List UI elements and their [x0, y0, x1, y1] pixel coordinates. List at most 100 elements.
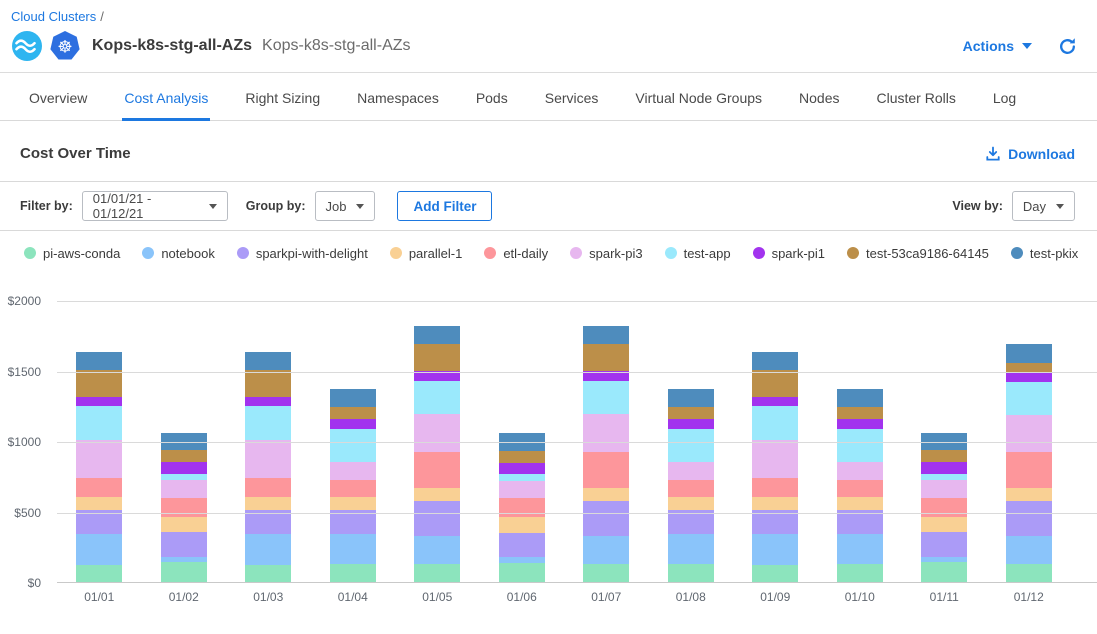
bar-segment-sparkpi-with-delight[interactable]	[1006, 501, 1052, 536]
bar-segment-test-pkix[interactable]	[1006, 344, 1052, 362]
bar-segment-etl-daily[interactable]	[499, 498, 545, 517]
bar-segment-sparkpi-with-delight[interactable]	[752, 510, 798, 534]
bar-01/02[interactable]	[161, 433, 207, 582]
bar-segment-etl-daily[interactable]	[752, 478, 798, 498]
bar-01/05[interactable]	[414, 326, 460, 582]
bar-segment-spark-pi1[interactable]	[414, 371, 460, 381]
bar-segment-pi-aws-conda[interactable]	[1006, 564, 1052, 582]
bar-segment-spark-pi1[interactable]	[499, 463, 545, 474]
bar-segment-test-app[interactable]	[668, 429, 714, 461]
bar-segment-test-app[interactable]	[583, 381, 629, 413]
view-by-select[interactable]: Day	[1012, 191, 1075, 221]
bar-segment-pi-aws-conda[interactable]	[668, 564, 714, 582]
bar-segment-pi-aws-conda[interactable]	[837, 564, 883, 582]
bar-segment-test-pkix[interactable]	[837, 389, 883, 407]
bar-segment-test-53ca9186-64145[interactable]	[752, 370, 798, 398]
bar-segment-spark-pi3[interactable]	[1006, 415, 1052, 452]
bar-segment-pi-aws-conda[interactable]	[414, 564, 460, 582]
bar-segment-spark-pi3[interactable]	[330, 462, 376, 480]
group-by-select[interactable]: Job	[315, 191, 376, 221]
bar-segment-spark-pi3[interactable]	[76, 440, 122, 478]
bar-segment-test-app[interactable]	[330, 429, 376, 461]
bar-segment-pi-aws-conda[interactable]	[161, 562, 207, 582]
bar-segment-notebook[interactable]	[1006, 536, 1052, 565]
bar-segment-spark-pi1[interactable]	[921, 462, 967, 473]
bar-segment-parallel-1[interactable]	[837, 497, 883, 510]
bar-segment-test-app[interactable]	[837, 429, 883, 461]
bar-segment-notebook[interactable]	[752, 534, 798, 565]
bar-segment-spark-pi1[interactable]	[330, 419, 376, 429]
bar-segment-parallel-1[interactable]	[76, 497, 122, 510]
bar-01/10[interactable]	[837, 389, 883, 582]
bar-segment-test-53ca9186-64145[interactable]	[668, 407, 714, 419]
bar-segment-etl-daily[interactable]	[76, 478, 122, 498]
tab-pods[interactable]: Pods	[474, 73, 510, 121]
bar-segment-spark-pi3[interactable]	[921, 480, 967, 498]
bar-segment-parallel-1[interactable]	[583, 488, 629, 501]
legend-item-test-app[interactable]: test-app	[665, 246, 731, 261]
bar-segment-parallel-1[interactable]	[414, 488, 460, 501]
bar-segment-pi-aws-conda[interactable]	[752, 565, 798, 582]
legend-item-notebook[interactable]: notebook	[142, 246, 215, 261]
bar-segment-test-pkix[interactable]	[76, 352, 122, 370]
bar-segment-test-53ca9186-64145[interactable]	[921, 450, 967, 462]
bar-01/09[interactable]	[752, 352, 798, 582]
tab-namespaces[interactable]: Namespaces	[355, 73, 441, 121]
bar-segment-spark-pi3[interactable]	[583, 414, 629, 453]
bar-segment-test-53ca9186-64145[interactable]	[76, 370, 122, 398]
bar-segment-etl-daily[interactable]	[921, 498, 967, 517]
tab-right-sizing[interactable]: Right Sizing	[243, 73, 322, 121]
bar-segment-spark-pi3[interactable]	[414, 414, 460, 453]
bar-segment-test-53ca9186-64145[interactable]	[837, 407, 883, 419]
bar-01/07[interactable]	[583, 326, 629, 582]
bar-01/11[interactable]	[921, 433, 967, 582]
bar-segment-pi-aws-conda[interactable]	[245, 565, 291, 582]
bar-segment-spark-pi1[interactable]	[245, 397, 291, 406]
bar-segment-parallel-1[interactable]	[1006, 488, 1052, 501]
bar-segment-sparkpi-with-delight[interactable]	[499, 533, 545, 558]
bar-segment-test-pkix[interactable]	[668, 389, 714, 407]
bar-01/04[interactable]	[330, 389, 376, 582]
bar-01/12[interactable]	[1006, 344, 1052, 582]
bar-segment-etl-daily[interactable]	[668, 480, 714, 498]
bar-segment-test-53ca9186-64145[interactable]	[245, 370, 291, 398]
bar-segment-test-pkix[interactable]	[245, 352, 291, 370]
bar-segment-spark-pi3[interactable]	[837, 462, 883, 480]
bar-segment-spark-pi3[interactable]	[161, 480, 207, 498]
bar-01/01[interactable]	[76, 352, 122, 582]
download-button[interactable]: Download	[985, 146, 1075, 162]
bar-segment-etl-daily[interactable]	[414, 452, 460, 487]
bar-01/06[interactable]	[499, 433, 545, 582]
bar-segment-notebook[interactable]	[668, 534, 714, 564]
bar-segment-test-app[interactable]	[752, 406, 798, 440]
bar-segment-spark-pi1[interactable]	[752, 397, 798, 406]
bar-segment-parallel-1[interactable]	[161, 517, 207, 533]
bar-segment-parallel-1[interactable]	[921, 517, 967, 533]
bar-01/03[interactable]	[245, 352, 291, 582]
bar-segment-pi-aws-conda[interactable]	[921, 562, 967, 582]
bar-segment-test-app[interactable]	[414, 381, 460, 413]
tab-overview[interactable]: Overview	[27, 73, 89, 121]
tab-virtual-node-groups[interactable]: Virtual Node Groups	[633, 73, 764, 121]
legend-item-etl-daily[interactable]: etl-daily	[484, 246, 548, 261]
tab-cost-analysis[interactable]: Cost Analysis	[122, 73, 210, 121]
refresh-button[interactable]	[1058, 37, 1077, 56]
bar-segment-sparkpi-with-delight[interactable]	[161, 532, 207, 557]
bar-segment-spark-pi1[interactable]	[583, 371, 629, 381]
bar-segment-spark-pi1[interactable]	[76, 397, 122, 406]
bar-segment-pi-aws-conda[interactable]	[583, 564, 629, 582]
bar-segment-sparkpi-with-delight[interactable]	[921, 532, 967, 557]
bar-segment-spark-pi1[interactable]	[837, 419, 883, 429]
bar-segment-spark-pi1[interactable]	[668, 419, 714, 429]
bar-segment-test-pkix[interactable]	[414, 326, 460, 344]
bar-segment-etl-daily[interactable]	[583, 452, 629, 487]
bar-segment-spark-pi3[interactable]	[245, 440, 291, 478]
legend-item-spark-pi1[interactable]: spark-pi1	[753, 246, 825, 261]
tab-nodes[interactable]: Nodes	[797, 73, 841, 121]
bar-segment-test-app[interactable]	[76, 406, 122, 440]
bar-segment-test-53ca9186-64145[interactable]	[499, 451, 545, 463]
bar-segment-spark-pi3[interactable]	[752, 440, 798, 478]
legend-item-parallel-1[interactable]: parallel-1	[390, 246, 462, 261]
bar-segment-parallel-1[interactable]	[668, 497, 714, 510]
bar-segment-test-pkix[interactable]	[752, 352, 798, 370]
